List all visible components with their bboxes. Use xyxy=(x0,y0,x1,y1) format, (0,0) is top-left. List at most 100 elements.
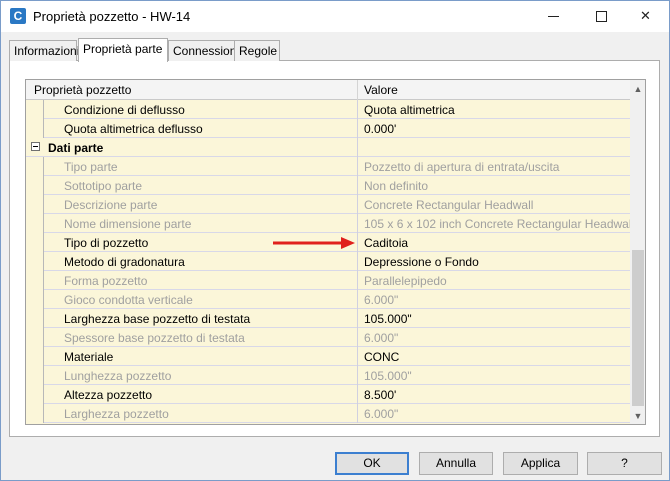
property-row[interactable]: Larghezza pozzetto 6.000" xyxy=(26,404,630,423)
property-row[interactable]: Altezza pozzetto 8.500' xyxy=(26,385,630,404)
row-indent-line xyxy=(43,328,44,347)
tab-informazioni[interactable]: Informazioni xyxy=(9,40,79,61)
property-value: Pozzetto di apertura di entrata/uscita xyxy=(364,160,560,174)
grid-header: Proprietà pozzetto Valore xyxy=(26,80,630,100)
row-indent-line xyxy=(43,252,44,271)
maximize-icon xyxy=(596,11,607,23)
property-name: Nome dimensione parte xyxy=(64,217,192,231)
property-value[interactable]: Quota altimetrica xyxy=(364,103,455,117)
row-gutter xyxy=(26,100,43,119)
close-icon: ✕ xyxy=(640,8,651,23)
column-separator xyxy=(357,119,358,138)
row-indent-line xyxy=(43,119,44,138)
column-separator xyxy=(357,366,358,385)
row-gutter xyxy=(26,366,43,385)
dialog-window: C Proprietà pozzetto - HW-14 ✕ Informazi… xyxy=(0,0,670,481)
vertical-scrollbar[interactable]: ▲ ▼ xyxy=(630,80,645,424)
column-separator xyxy=(357,290,358,309)
civil3d-app-icon: C xyxy=(10,8,26,24)
property-value: 6.000" xyxy=(364,331,399,345)
property-name: Forma pozzetto xyxy=(64,274,148,288)
column-separator xyxy=(357,347,358,366)
scrollbar-thumb[interactable] xyxy=(632,250,644,406)
property-name: Larghezza base pozzetto di testata xyxy=(64,312,251,326)
property-grid[interactable]: Proprietà pozzetto Valore Condizione di … xyxy=(25,79,646,425)
property-name: Lunghezza pozzetto xyxy=(64,369,172,383)
title-bar[interactable]: C Proprietà pozzetto - HW-14 ✕ xyxy=(1,1,669,32)
property-value[interactable]: CONC xyxy=(364,350,399,364)
column-header-value[interactable]: Valore xyxy=(364,83,398,97)
column-separator xyxy=(357,100,358,119)
row-gutter xyxy=(26,347,43,366)
row-indent-line xyxy=(43,100,44,119)
property-row[interactable]: Descrizione parte Concrete Rectangular He… xyxy=(26,195,630,214)
maximize-button[interactable] xyxy=(579,1,624,32)
row-gutter xyxy=(26,195,43,214)
property-row[interactable]: Gioco condotta verticale 6.000" xyxy=(26,290,630,309)
property-value[interactable]: 8.500' xyxy=(364,388,396,402)
column-separator xyxy=(357,138,358,157)
row-gutter xyxy=(26,309,43,328)
column-separator[interactable] xyxy=(357,80,358,100)
ok-button[interactable]: OK xyxy=(335,452,409,475)
column-header-property[interactable]: Proprietà pozzetto xyxy=(34,83,131,97)
tab-proprieta-parte[interactable]: Proprietà parte xyxy=(78,38,168,62)
property-name: Tipo di pozzetto xyxy=(64,236,149,250)
row-indent-line xyxy=(43,271,44,290)
property-value[interactable]: 0.000' xyxy=(364,122,396,136)
property-row[interactable]: Sottotipo parte Non definito xyxy=(26,176,630,195)
property-name: Materiale xyxy=(64,350,114,364)
property-row[interactable]: Spessore base pozzetto di testata 6.000" xyxy=(26,328,630,347)
close-button[interactable]: ✕ xyxy=(623,1,668,32)
help-button[interactable]: ? xyxy=(587,452,662,475)
collapse-icon[interactable] xyxy=(31,142,40,151)
scroll-down-icon[interactable]: ▼ xyxy=(630,408,645,424)
property-row[interactable]: Quota altimetrica deflusso 0.000' xyxy=(26,119,630,138)
category-row[interactable]: Dati parte xyxy=(26,138,630,157)
row-indent-line xyxy=(43,195,44,214)
tab-connessioni[interactable]: Connessioni xyxy=(168,40,239,61)
property-row[interactable]: Condizione di deflusso Quota altimetrica xyxy=(26,100,630,119)
apply-button[interactable]: Applica xyxy=(503,452,578,475)
column-separator xyxy=(357,233,358,252)
cancel-button[interactable]: Annulla xyxy=(419,452,493,475)
row-indent-line xyxy=(43,214,44,233)
property-row[interactable]: Nome dimensione parte 105 x 6 x 102 inch … xyxy=(26,214,634,233)
property-value: Concrete Rectangular Headwall xyxy=(364,198,534,212)
property-row[interactable]: Lunghezza pozzetto 105.000" xyxy=(26,366,630,385)
column-separator xyxy=(357,385,358,404)
row-indent-line xyxy=(43,347,44,366)
property-row[interactable]: Metodo di gradonatura Depressione o Fondo xyxy=(26,252,630,271)
column-separator xyxy=(357,404,358,423)
property-name: Sottotipo parte xyxy=(64,179,143,193)
column-separator xyxy=(357,328,358,347)
property-name: Altezza pozzetto xyxy=(64,388,153,402)
property-name: Condizione di deflusso xyxy=(64,103,185,117)
row-indent-line xyxy=(43,157,44,176)
property-value: 105 x 6 x 102 inch Concrete Rectangular … xyxy=(364,217,635,231)
row-indent-line xyxy=(43,290,44,309)
property-row[interactable]: Materiale CONC xyxy=(26,347,630,366)
row-gutter xyxy=(26,119,43,138)
property-row[interactable]: Tipo parte Pozzetto di apertura di entrat… xyxy=(26,157,630,176)
scroll-up-icon[interactable]: ▲ xyxy=(630,81,645,97)
tab-regole[interactable]: Regole xyxy=(234,40,280,61)
property-value[interactable]: Caditoia xyxy=(364,236,408,250)
property-name: Tipo parte xyxy=(64,160,118,174)
minimize-icon xyxy=(548,16,559,18)
property-value[interactable]: 105.000" xyxy=(364,312,412,326)
minimize-button[interactable] xyxy=(531,1,576,32)
column-separator xyxy=(357,176,358,195)
row-indent-line xyxy=(43,176,44,195)
window-title: Proprietà pozzetto - HW-14 xyxy=(33,9,191,24)
property-name: Metodo di gradonatura xyxy=(64,255,185,269)
property-row[interactable]: Larghezza base pozzetto di testata 105.00… xyxy=(26,309,630,328)
property-row[interactable]: Forma pozzetto Parallelepipedo xyxy=(26,271,630,290)
row-gutter xyxy=(26,290,43,309)
column-separator xyxy=(357,252,358,271)
property-value: 6.000" xyxy=(364,293,399,307)
property-value: Non definito xyxy=(364,179,429,193)
property-value[interactable]: Depressione o Fondo xyxy=(364,255,479,269)
red-arrow-icon xyxy=(273,237,355,249)
row-indent-line xyxy=(43,233,44,252)
